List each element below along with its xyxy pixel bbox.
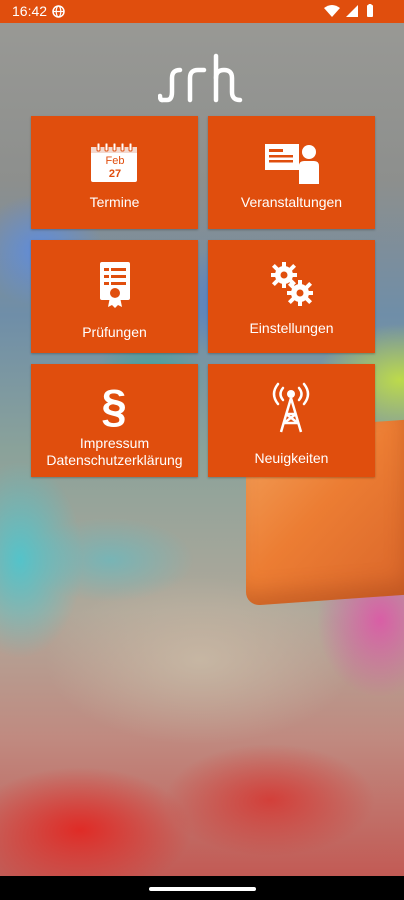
status-bar: 16:42: [0, 0, 404, 23]
signal-icon: [346, 5, 358, 17]
tile-pruefungen-label: Prüfungen: [82, 324, 147, 340]
presentation-icon: [265, 144, 319, 184]
battery-icon: [367, 4, 373, 17]
tile-impressum-label-line1: Impressum: [79, 435, 150, 451]
calendar-icon: Feb 27: [91, 142, 137, 182]
tile-veranstaltungen[interactable]: Veranstaltungen: [208, 116, 375, 229]
tile-neuigkeiten-label: Neuigkeiten: [254, 450, 329, 466]
paragraph-icon: §: [101, 380, 127, 430]
status-time: 16:42: [12, 3, 48, 19]
tile-impressum[interactable]: § Impressum Datenschutzerklärung: [31, 364, 198, 477]
tile-termine-label: Termine: [89, 194, 140, 210]
svg-text:§: §: [101, 380, 127, 430]
tile-pruefungen[interactable]: Prüfungen: [31, 240, 198, 353]
calendar-day: 27: [109, 168, 121, 180]
antenna-icon: [272, 382, 310, 433]
gears-icon: [271, 262, 313, 306]
navigation-bar: [0, 876, 404, 900]
certificate-icon: [100, 262, 130, 308]
tile-einstellungen[interactable]: Einstellungen: [208, 240, 375, 353]
tile-impressum-label-line2: Datenschutzerklärung: [46, 452, 183, 468]
status-icons: [324, 4, 373, 17]
tile-veranstaltungen-label: Veranstaltungen: [240, 194, 343, 210]
globe-icon: [52, 5, 65, 18]
tile-neuigkeiten[interactable]: Neuigkeiten: [208, 364, 375, 477]
wifi-icon: [324, 5, 340, 17]
home-gesture-handle[interactable]: [149, 887, 256, 891]
tile-termine[interactable]: Feb 27 Termine: [31, 116, 198, 229]
calendar-month: Feb: [106, 155, 125, 167]
srh-logo: [158, 53, 243, 103]
tile-einstellungen-label: Einstellungen: [249, 320, 334, 336]
